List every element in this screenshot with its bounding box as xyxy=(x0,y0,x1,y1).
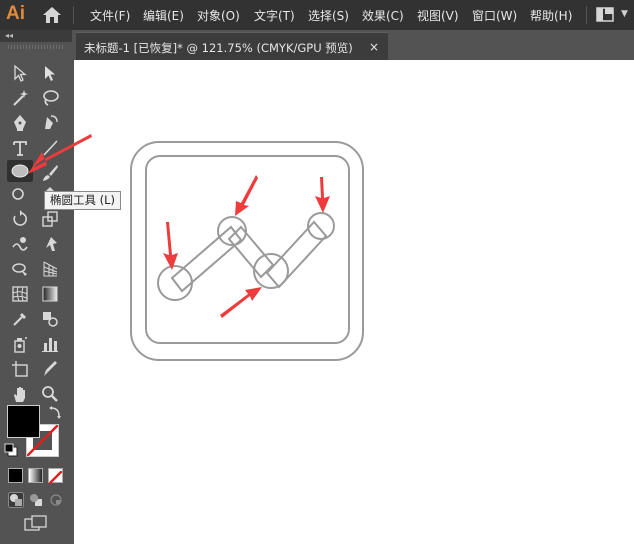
rotate-tool-icon[interactable] xyxy=(7,208,33,230)
default-fill-stroke-icon[interactable] xyxy=(4,442,18,457)
line-segment-tool-icon[interactable] xyxy=(37,137,63,159)
gradient-tool-icon[interactable] xyxy=(37,283,63,305)
slice-tool-icon[interactable] xyxy=(37,358,63,380)
home-icon[interactable] xyxy=(40,5,64,25)
app-logo: Ai xyxy=(6,3,25,24)
hand-tool-icon[interactable] xyxy=(7,383,33,405)
scale-tool-icon[interactable] xyxy=(37,208,63,230)
menu-separator xyxy=(73,6,74,24)
panel-grip[interactable] xyxy=(8,45,64,49)
menu-select[interactable]: 选择(S) xyxy=(308,7,349,24)
shape-builder-tool-icon[interactable] xyxy=(7,258,33,280)
warp-tool-icon[interactable] xyxy=(7,233,33,255)
mesh-tool-icon[interactable] xyxy=(7,283,33,305)
menu-file[interactable]: 文件(F) xyxy=(90,7,130,24)
magic-wand-tool-icon[interactable] xyxy=(7,87,33,109)
illustrator-window: Ai 文件(F) 编辑(E) 对象(O) 文字(T) 选择(S) 效果(C) 视… xyxy=(0,0,634,544)
shaper-tool-icon[interactable] xyxy=(7,183,33,205)
ellipse-tool-icon[interactable] xyxy=(7,160,33,182)
curvature-tool-icon[interactable] xyxy=(37,112,63,134)
menu-separator xyxy=(586,6,587,24)
menu-edit[interactable]: 编辑(E) xyxy=(143,7,184,24)
blend-tool-icon[interactable] xyxy=(37,308,63,330)
chart-node-4 xyxy=(307,212,335,240)
document-tab-title: 未标题-1 [已恢复]* @ 121.75% (CMYK/GPU 预览) xyxy=(84,41,353,55)
zoom-tool-icon[interactable] xyxy=(37,383,63,405)
inner-rounded-square xyxy=(145,155,350,344)
collapse-panel-button[interactable]: ◂◂ xyxy=(0,30,72,42)
chart-icon-artwork xyxy=(130,141,364,361)
screen-mode-icon[interactable] xyxy=(24,515,48,533)
workspace-layout-icon[interactable] xyxy=(596,7,614,22)
menu-type[interactable]: 文字(T) xyxy=(254,7,295,24)
direct-selection-tool-icon[interactable] xyxy=(37,62,63,84)
lasso-tool-icon[interactable] xyxy=(37,87,63,109)
symbol-sprayer-tool-icon[interactable] xyxy=(7,333,33,355)
menu-help[interactable]: 帮助(H) xyxy=(530,7,572,24)
document-tab[interactable]: 未标题-1 [已恢复]* @ 121.75% (CMYK/GPU 预览) × xyxy=(76,32,388,60)
draw-behind-icon[interactable] xyxy=(28,492,44,508)
menu-window[interactable]: 窗口(W) xyxy=(472,7,517,24)
fill-color-swatch[interactable] xyxy=(7,405,40,438)
free-transform-tool-icon[interactable] xyxy=(37,233,63,255)
eyedropper-tool-icon[interactable] xyxy=(7,308,33,330)
chart-node-2 xyxy=(217,216,247,246)
gradient-mode-icon[interactable] xyxy=(28,468,43,483)
type-tool-icon[interactable] xyxy=(7,137,33,159)
menu-view[interactable]: 视图(V) xyxy=(417,7,459,24)
swap-fill-stroke-icon[interactable] xyxy=(48,404,62,419)
color-mode-icon[interactable] xyxy=(8,468,23,483)
tool-tooltip: 椭圆工具 (L) xyxy=(44,191,122,210)
chart-node-3 xyxy=(253,253,289,289)
canvas[interactable] xyxy=(74,60,634,544)
paintbrush-tool-icon[interactable] xyxy=(37,162,63,184)
close-icon[interactable]: × xyxy=(369,40,379,54)
menu-bar: Ai 文件(F) 编辑(E) 对象(O) 文字(T) 选择(S) 效果(C) 视… xyxy=(0,0,634,30)
pen-tool-icon[interactable] xyxy=(7,112,33,134)
draw-inside-icon[interactable] xyxy=(48,492,64,508)
none-mode-icon[interactable] xyxy=(48,468,63,485)
tools-panel: ◂◂ xyxy=(0,30,72,544)
perspective-grid-tool-icon[interactable] xyxy=(37,258,63,280)
outer-rounded-square xyxy=(130,141,364,361)
column-graph-tool-icon[interactable] xyxy=(37,333,63,355)
chevron-down-icon[interactable]: ▼ xyxy=(621,9,628,19)
document-tab-bar: 未标题-1 [已恢复]* @ 121.75% (CMYK/GPU 预览) × xyxy=(72,30,634,60)
artboard-tool-icon[interactable] xyxy=(7,358,33,380)
selection-tool-icon[interactable] xyxy=(7,62,33,84)
menu-object[interactable]: 对象(O) xyxy=(197,7,240,24)
menu-effect[interactable]: 效果(C) xyxy=(362,7,404,24)
draw-normal-icon[interactable] xyxy=(8,492,24,508)
